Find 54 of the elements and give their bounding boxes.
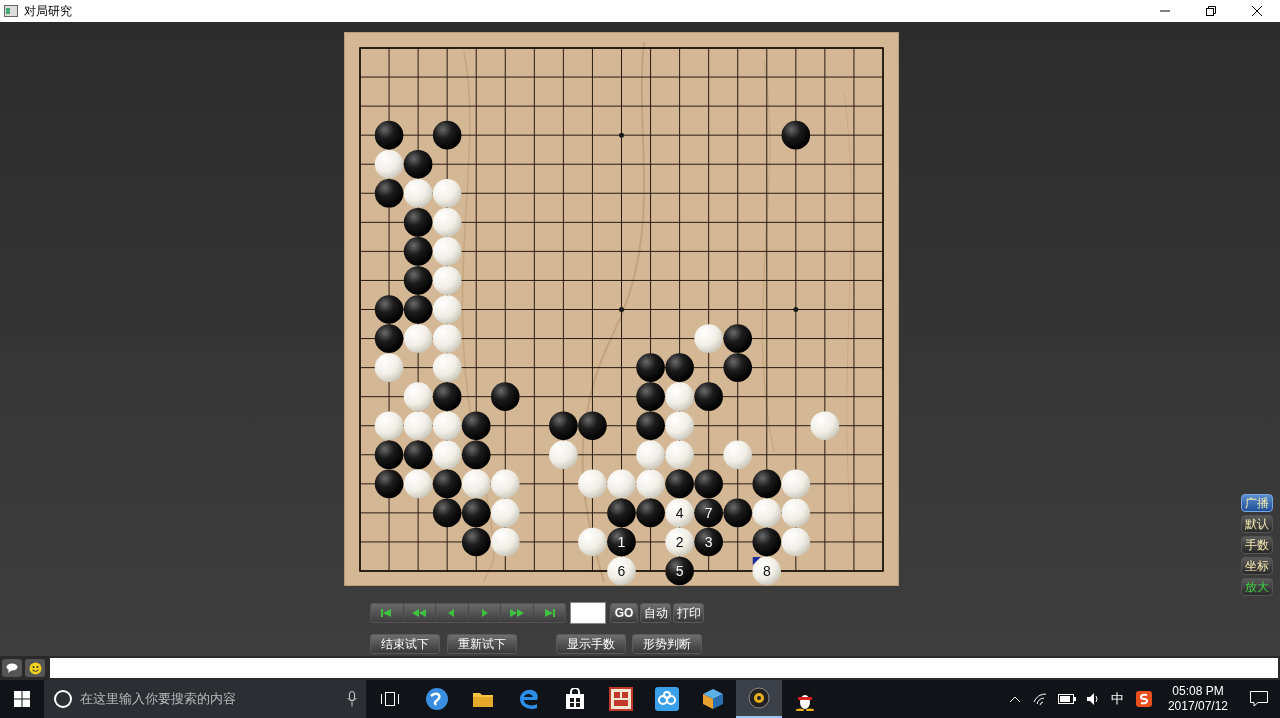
search-placeholder: 在这里输入你要搜索的内容 xyxy=(80,690,236,709)
close-icon xyxy=(1252,6,1262,16)
taskbar-search-field[interactable]: 在这里输入你要搜索的内容 xyxy=(44,680,366,718)
caret-up-icon xyxy=(1008,695,1021,703)
move-number: 7 xyxy=(704,504,713,521)
penguin-icon xyxy=(795,687,815,711)
view-toggle-button[interactable]: 手数 xyxy=(1241,536,1273,554)
cloud-icon xyxy=(655,687,679,711)
minimize-icon xyxy=(1160,10,1170,12)
clock-date: 2017/07/12 xyxy=(1167,699,1228,714)
box-icon xyxy=(701,688,725,710)
view-toggle-button[interactable]: 坐标 xyxy=(1241,557,1273,575)
app-icon xyxy=(4,5,18,17)
toolbar-button[interactable]: 自动 xyxy=(640,603,671,623)
move-number: 2 xyxy=(675,533,684,550)
book-icon xyxy=(609,687,633,711)
action-button[interactable]: 形势判断 xyxy=(632,634,702,654)
notification-icon xyxy=(1250,691,1268,707)
fast-forward-icon xyxy=(508,607,525,619)
move-input-field[interactable] xyxy=(570,602,606,624)
app-tray-icon xyxy=(1135,691,1152,707)
move-number: 8 xyxy=(762,563,771,579)
restore-icon xyxy=(1206,6,1216,16)
view-toggle-button[interactable]: 广播 xyxy=(1241,494,1273,512)
rewind-icon xyxy=(411,607,428,619)
shopping-bag-icon xyxy=(565,688,585,710)
speaker-icon xyxy=(1085,692,1100,706)
view-toggle-button[interactable]: 放大 xyxy=(1241,578,1273,596)
toolbar-button[interactable]: 打印 xyxy=(673,603,704,623)
smiley-icon[interactable] xyxy=(25,659,45,677)
go-button[interactable]: GO xyxy=(610,603,638,623)
move-number: 5 xyxy=(675,563,684,579)
disc-icon xyxy=(748,687,770,709)
action-button[interactable]: 重新试下 xyxy=(447,634,517,654)
input-method-indicator[interactable]: 中 xyxy=(1110,689,1124,709)
move-number: 6 xyxy=(617,563,626,579)
move-number: 4 xyxy=(675,504,684,521)
battery-icon xyxy=(1057,694,1076,704)
taskbar-app-button[interactable] xyxy=(736,680,782,718)
chat-bubble-icon[interactable] xyxy=(2,659,22,677)
action-button[interactable]: 显示手数 xyxy=(556,634,626,654)
go-board[interactable]: 4 7 1 2 3 6 5 8 xyxy=(344,32,899,586)
browser-icon xyxy=(518,688,540,710)
wifi-icon xyxy=(1031,692,1048,706)
move-number: 3 xyxy=(704,533,713,550)
folder-icon xyxy=(472,690,494,708)
circle-icon xyxy=(53,689,73,709)
action-button[interactable]: 结束试下 xyxy=(370,634,440,654)
clock-time: 05:08 PM xyxy=(1172,684,1224,699)
microphone-icon xyxy=(347,691,357,707)
view-toggle-button[interactable]: 默认 xyxy=(1241,515,1273,533)
move-number: 1 xyxy=(617,533,626,550)
window-title: 对局研究 xyxy=(24,3,72,20)
chat-input-field[interactable] xyxy=(50,658,1278,678)
